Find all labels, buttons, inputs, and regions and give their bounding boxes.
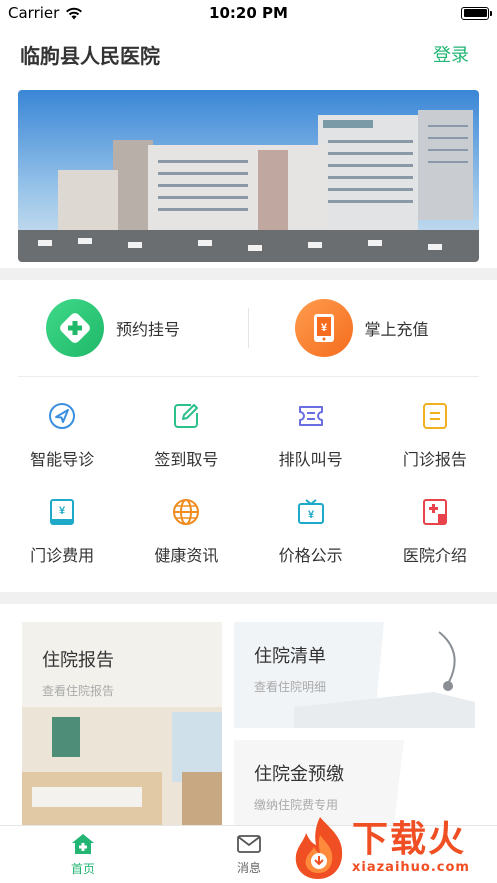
battery-icon	[461, 6, 492, 20]
wifi-icon	[66, 7, 83, 19]
service-outpatient-fee[interactable]: ¥ 门诊费用	[0, 486, 124, 582]
service-label: 签到取号	[154, 450, 219, 469]
svg-text:¥: ¥	[59, 505, 66, 517]
section-divider	[0, 592, 497, 604]
service-price-list[interactable]: ¥ 价格公示	[249, 486, 373, 582]
report-icon	[419, 400, 451, 432]
service-queue[interactable]: 排队叫号	[249, 390, 373, 486]
edit-icon	[170, 400, 202, 432]
plus-cross-icon	[46, 299, 104, 357]
ticket-icon	[295, 400, 327, 432]
navigation-icon	[46, 400, 78, 432]
tab-home[interactable]: 首页	[0, 826, 166, 883]
status-bar: Carrier 10:20 PM	[0, 0, 497, 26]
header: 临朐县人民医院 登录	[0, 30, 497, 78]
carrier-label: Carrier	[8, 4, 60, 22]
phone-yen-icon: ¥	[294, 299, 353, 357]
service-label: 排队叫号	[278, 450, 343, 469]
login-button[interactable]: 登录	[433, 41, 469, 67]
service-label: 价格公示	[278, 546, 343, 565]
inpatient-report-card[interactable]: 住院报告 查看住院报告	[22, 622, 222, 825]
service-grid: 智能导诊 签到取号 排队叫号 门诊报告 ¥ 门诊费用 健康资讯 ¥ 价格公示 医…	[0, 390, 497, 582]
carrier-info: Carrier	[8, 4, 83, 22]
bill-icon: ¥	[46, 496, 78, 528]
recharge-button[interactable]: ¥ 掌上充值	[249, 299, 497, 357]
service-outpatient-report[interactable]: 门诊报告	[373, 390, 497, 486]
globe-icon	[170, 496, 202, 528]
mail-icon	[237, 835, 261, 853]
hospital-banner-image[interactable]	[18, 90, 479, 262]
inpatient-list-subtitle: 查看住院明细	[254, 680, 327, 694]
service-label: 健康资讯	[154, 546, 219, 565]
inpatient-prepay-title: 住院金预缴	[254, 764, 344, 785]
flame-logo-icon	[295, 816, 343, 879]
divider-line	[18, 376, 479, 377]
service-health-news[interactable]: 健康资讯	[124, 486, 248, 582]
watermark-title: 下载火	[352, 819, 467, 860]
appointment-button[interactable]: 预约挂号	[0, 299, 249, 357]
price-board-icon: ¥	[295, 496, 327, 528]
svg-text:¥: ¥	[320, 322, 327, 334]
quick-actions-divider	[248, 308, 249, 348]
inpatient-report-title: 住院报告	[42, 650, 114, 671]
hospital-icon	[419, 496, 451, 528]
service-label: 智能导诊	[30, 450, 95, 469]
recharge-label: 掌上充值	[364, 320, 429, 339]
inpatient-list-title: 住院清单	[254, 646, 326, 667]
service-hospital-intro[interactable]: 医院介绍	[373, 486, 497, 582]
watermark-url: xiazaihuo.com	[352, 860, 470, 875]
inpatient-report-subtitle: 查看住院报告	[42, 684, 115, 698]
service-smart-guide[interactable]: 智能导诊	[0, 390, 124, 486]
page-title: 临朐县人民医院	[20, 43, 160, 68]
inpatient-prepay-subtitle: 缴纳住院费专用	[254, 798, 339, 812]
appointment-label: 预约挂号	[116, 320, 181, 339]
service-check-in[interactable]: 签到取号	[124, 390, 248, 486]
tab-messages-label: 消息	[236, 861, 261, 875]
service-label: 门诊费用	[30, 546, 95, 565]
home-icon	[72, 834, 94, 854]
section-divider	[0, 268, 497, 280]
service-label: 医院介绍	[402, 546, 467, 565]
tab-home-label: 首页	[70, 862, 95, 876]
inpatient-list-card[interactable]: 住院清单 查看住院明细	[234, 622, 475, 728]
site-watermark: 下载火 xiazaihuo.com	[290, 812, 497, 883]
svg-text:¥: ¥	[308, 509, 315, 521]
service-label: 门诊报告	[402, 450, 467, 469]
